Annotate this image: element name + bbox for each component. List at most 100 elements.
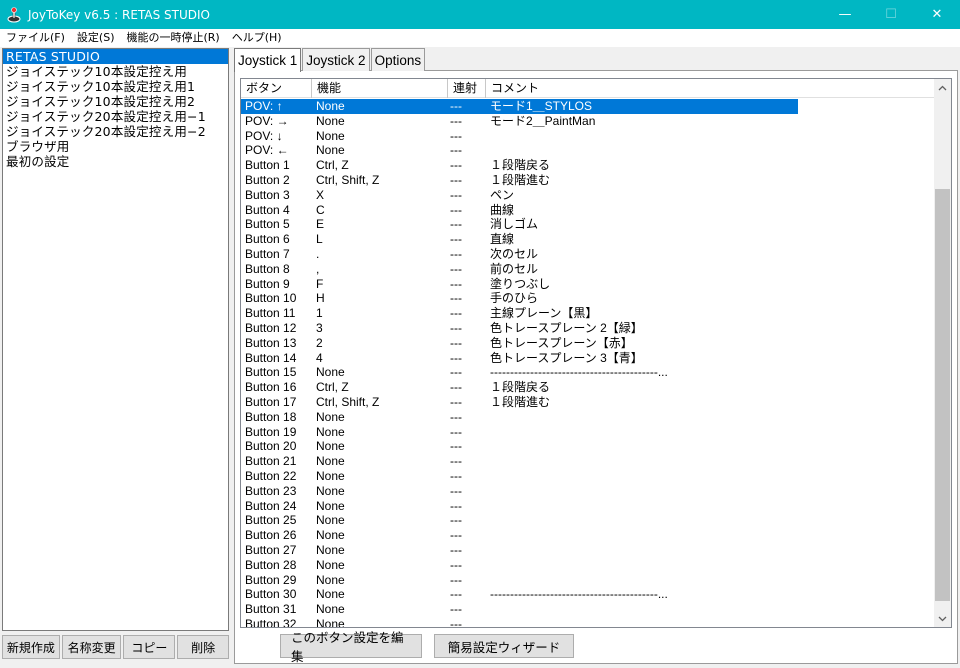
- cell-function: .: [316, 246, 320, 261]
- profile-list[interactable]: RETAS STUDIO ジョイステック10本設定控え用 ジョイステック10本設…: [2, 48, 229, 631]
- new-profile-button[interactable]: 新規作成: [2, 635, 60, 659]
- tab-bar: Joystick 1 Joystick 2 Options: [234, 48, 426, 72]
- table-row[interactable]: Button 11 1 --- 主線プレーン【黒】: [241, 306, 935, 321]
- profile-item[interactable]: ジョイステック10本設定控え用: [3, 64, 228, 79]
- delete-profile-button[interactable]: 削除: [177, 635, 229, 659]
- table-row[interactable]: Button 8, --- 前のセル: [241, 262, 935, 277]
- cell-rapid-fire: ---: [450, 424, 462, 439]
- chevron-down-icon[interactable]: [934, 610, 951, 627]
- menu-settings[interactable]: 設定(S): [71, 29, 121, 47]
- cell-rapid-fire: ---: [450, 276, 462, 291]
- cell-rapid-fire: ---: [450, 143, 462, 158]
- cell-button: Button 3: [245, 187, 290, 202]
- menu-pause[interactable]: 機能の一時停止(R): [121, 29, 226, 47]
- rename-profile-button[interactable]: 名称変更: [61, 635, 122, 659]
- vertical-scrollbar[interactable]: [934, 79, 951, 627]
- cell-rapid-fire: ---: [450, 187, 462, 202]
- table-row[interactable]: Button 14 4 --- 色トレースプレーン 3【青】: [241, 351, 935, 366]
- table-row[interactable]: POV: ↓ None ---: [241, 129, 935, 144]
- profile-item[interactable]: ジョイステック20本設定控え用−1: [3, 109, 228, 124]
- table-row[interactable]: POV: → None --- モード2＿PaintMan: [241, 114, 935, 129]
- tab-joystick-1[interactable]: Joystick 1: [234, 48, 302, 72]
- cell-rapid-fire: ---: [450, 483, 462, 498]
- profile-item[interactable]: ジョイステック10本設定控え用1: [3, 79, 228, 94]
- cell-rapid-fire: ---: [450, 602, 462, 617]
- button-assignment-list[interactable]: ボタン 機能 連射 コメント POV: ↑ None --- モード1＿STYLOS P…: [240, 78, 952, 628]
- cell-button: Button 2: [245, 172, 290, 187]
- cell-comment: [486, 425, 796, 440]
- table-row[interactable]: Button 19 None ---: [241, 425, 935, 440]
- profile-item[interactable]: ジョイステック10本設定控え用2: [3, 94, 228, 109]
- cell-rapid-fire: ---: [450, 128, 462, 143]
- table-row[interactable]: Button 31 None ---: [241, 602, 935, 617]
- table-row[interactable]: Button 10 H --- 手のひら: [241, 291, 935, 306]
- cell-rapid-fire: ---: [450, 202, 462, 217]
- cell-function: Ctrl, Shift, Z: [316, 172, 380, 187]
- cell-button: Button 12: [245, 320, 297, 335]
- table-row[interactable]: Button 12 3 --- 色トレースプレーン 2【緑】: [241, 321, 935, 336]
- tab-joystick-2[interactable]: Joystick 2: [302, 48, 370, 71]
- chevron-up-icon[interactable]: [934, 79, 951, 96]
- maximize-button[interactable]: ☐: [868, 0, 914, 29]
- cell-comment: 前のセル: [490, 261, 539, 276]
- cell-comment: 主線プレーン【黒】: [490, 306, 598, 321]
- table-row[interactable]: Button 18 None ---: [241, 410, 935, 425]
- cell-function: None: [316, 572, 345, 587]
- profile-item[interactable]: ブラウザ用: [3, 139, 228, 154]
- cell-rapid-fire: ---: [450, 172, 462, 187]
- table-row[interactable]: Button 13 2 --- 色トレースプレーン【赤】: [241, 336, 935, 351]
- cell-rapid-fire: ---: [450, 528, 462, 543]
- table-row[interactable]: Button 15 None --- ------------------------…: [241, 365, 935, 380]
- edit-button-config-button[interactable]: このボタン設定を編集: [280, 630, 422, 664]
- table-row[interactable]: Button 3 X --- ペン: [241, 188, 935, 203]
- scrollbar-thumb[interactable]: [935, 189, 950, 601]
- table-row[interactable]: Button 22 None ---: [241, 469, 935, 484]
- cell-function: 3: [316, 320, 323, 335]
- table-row[interactable]: Button 1 Ctrl, Z --- １段階戻る: [241, 158, 935, 173]
- joystick-icon: [6, 6, 22, 23]
- minimize-button[interactable]: —: [822, 0, 868, 29]
- table-row[interactable]: Button 7. --- 次のセル: [241, 247, 935, 262]
- cell-rapid-fire: ---: [450, 350, 462, 365]
- profile-item[interactable]: ジョイステック20本設定控え用−2: [3, 124, 228, 139]
- cell-rapid-fire: ---: [450, 557, 462, 572]
- table-row[interactable]: Button 4 C --- 曲線: [241, 203, 935, 218]
- header-rapid-fire[interactable]: 連射: [448, 79, 486, 98]
- cell-comment: [486, 543, 796, 558]
- table-row[interactable]: Button 29 None ---: [241, 573, 935, 588]
- title-bar[interactable]: JoyToKey v6.5 : RETAS STUDIO — ☐ ✕: [0, 0, 960, 29]
- header-comment[interactable]: コメント: [486, 79, 935, 98]
- cell-button: Button 10: [245, 291, 297, 306]
- profile-item-retas-studio[interactable]: RETAS STUDIO: [3, 49, 228, 64]
- header-function[interactable]: 機能: [312, 79, 448, 98]
- table-row[interactable]: Button 5 E --- 消しゴム: [241, 217, 935, 232]
- table-row[interactable]: Button 21 None ---: [241, 454, 935, 469]
- table-row[interactable]: Button 25 None ---: [241, 513, 935, 528]
- table-row[interactable]: Button 30 None --- ------------------------…: [241, 587, 935, 602]
- table-row[interactable]: Button 9 F --- 塗りつぶし: [241, 277, 935, 292]
- tab-options[interactable]: Options: [370, 48, 426, 71]
- table-row[interactable]: Button 27 None ---: [241, 543, 935, 558]
- cell-rapid-fire: ---: [450, 616, 462, 628]
- table-row[interactable]: POV: ← None ---: [241, 143, 935, 158]
- menu-file[interactable]: ファイル(F): [0, 29, 71, 47]
- close-button[interactable]: ✕: [914, 0, 960, 29]
- cell-function: Ctrl, Z: [316, 158, 349, 173]
- menu-help[interactable]: ヘルプ(H): [226, 29, 288, 47]
- table-row[interactable]: Button 2 Ctrl, Shift, Z --- １段階進む: [241, 173, 935, 188]
- table-row[interactable]: POV: ↑ None --- モード1＿STYLOS: [241, 99, 798, 114]
- table-row[interactable]: Button 23 None ---: [241, 484, 935, 499]
- table-row[interactable]: Button 17 Ctrl, Shift, Z --- １段階進む: [241, 395, 935, 410]
- header-button[interactable]: ボタン: [241, 79, 312, 98]
- table-row[interactable]: Button 28 None ---: [241, 558, 935, 573]
- table-row[interactable]: Button 16 Ctrl, Z --- １段階戻る: [241, 380, 935, 395]
- table-row[interactable]: Button 24 None ---: [241, 499, 935, 514]
- cell-comment: [486, 602, 796, 617]
- copy-profile-button[interactable]: コピー: [123, 635, 176, 659]
- table-row[interactable]: Button 20 None ---: [241, 439, 935, 454]
- profile-item[interactable]: 最初の設定: [3, 154, 228, 169]
- setup-wizard-button[interactable]: 簡易設定ウィザード: [434, 634, 574, 658]
- cell-comment: [486, 454, 796, 469]
- table-row[interactable]: Button 26 None ---: [241, 528, 935, 543]
- table-row[interactable]: Button 6 L --- 直線: [241, 232, 935, 247]
